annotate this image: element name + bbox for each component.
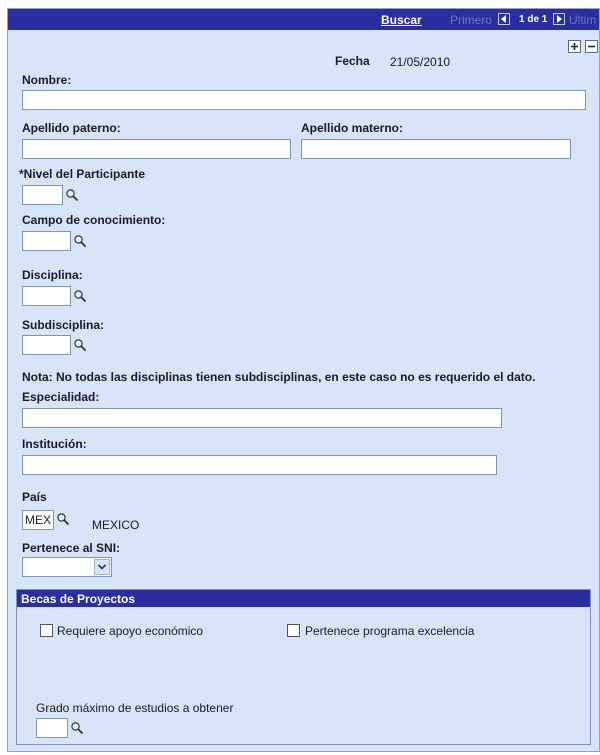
disciplina-lookup-icon[interactable] [73, 289, 87, 303]
apellido-materno-field[interactable] [301, 139, 571, 159]
fecha-value: 21/05/2010 [390, 55, 451, 69]
disciplina-label: Disciplina: [22, 268, 83, 282]
apellido-paterno-field[interactable] [22, 139, 291, 159]
becas-title: Becas de Proyectos [17, 590, 590, 607]
campo-label: Campo de conocimiento: [22, 213, 166, 227]
record-count: 1 de 1 [519, 14, 548, 25]
apoyo-checkbox[interactable] [40, 624, 53, 637]
apellido-paterno-label: Apellido paterno: [22, 121, 121, 135]
ultimo-link: Últim [569, 13, 597, 27]
subdisciplina-label: Subdisciplina: [22, 318, 105, 332]
excelencia-label: Pertenece programa excelencia [305, 624, 475, 638]
nombre-field[interactable] [22, 90, 586, 110]
nivel-field[interactable] [22, 185, 63, 205]
campo-lookup-icon[interactable] [73, 234, 87, 248]
sni-label: Pertenece al SNI: [22, 541, 121, 555]
buscar-link[interactable]: Buscar [381, 13, 422, 27]
minus-icon[interactable] [585, 40, 598, 53]
pais-description: MEXICO [92, 518, 140, 532]
form-panel: Buscar Primero 1 de 1 Últim Fecha 21/05/… [7, 8, 600, 752]
primero-link: Primero [450, 13, 493, 27]
grado-lookup-icon[interactable] [70, 721, 84, 735]
nivel-lookup-icon[interactable] [65, 188, 79, 202]
institucion-field[interactable] [22, 455, 497, 475]
plus-icon[interactable] [568, 40, 581, 53]
becas-group: Becas de Proyectos Requiere apoyo económ… [16, 589, 591, 745]
grado-label: Grado máximo de estudios a obtener [36, 701, 234, 715]
apoyo-label: Requiere apoyo económico [57, 624, 204, 638]
excelencia-checkbox[interactable] [287, 624, 300, 637]
especialidad-field[interactable] [22, 408, 502, 428]
apellido-materno-label: Apellido materno: [301, 121, 404, 135]
grado-field[interactable] [36, 718, 68, 738]
nivel-label: *Nivel del Participante [19, 167, 146, 181]
first-icon[interactable] [498, 13, 510, 25]
nombre-label: Nombre: [22, 73, 72, 87]
pais-label: País [22, 490, 47, 504]
pais-lookup-icon[interactable] [56, 512, 70, 526]
disciplina-field[interactable] [22, 286, 71, 306]
especialidad-label: Especialidad: [22, 390, 100, 404]
sni-select[interactable] [22, 557, 112, 577]
fecha-label: Fecha [335, 54, 370, 68]
navigation-bar: Buscar Primero 1 de 1 Últim [8, 9, 599, 30]
last-icon[interactable] [553, 13, 565, 25]
chevron-down-icon[interactable] [94, 559, 110, 575]
subdisciplina-lookup-icon[interactable] [73, 338, 87, 352]
pais-field[interactable] [22, 510, 54, 530]
institucion-label: Institución: [22, 437, 87, 451]
campo-field[interactable] [22, 231, 71, 251]
subdisciplina-field[interactable] [22, 335, 71, 355]
nota-text: Nota: No todas las disciplinas tienen su… [22, 370, 536, 384]
